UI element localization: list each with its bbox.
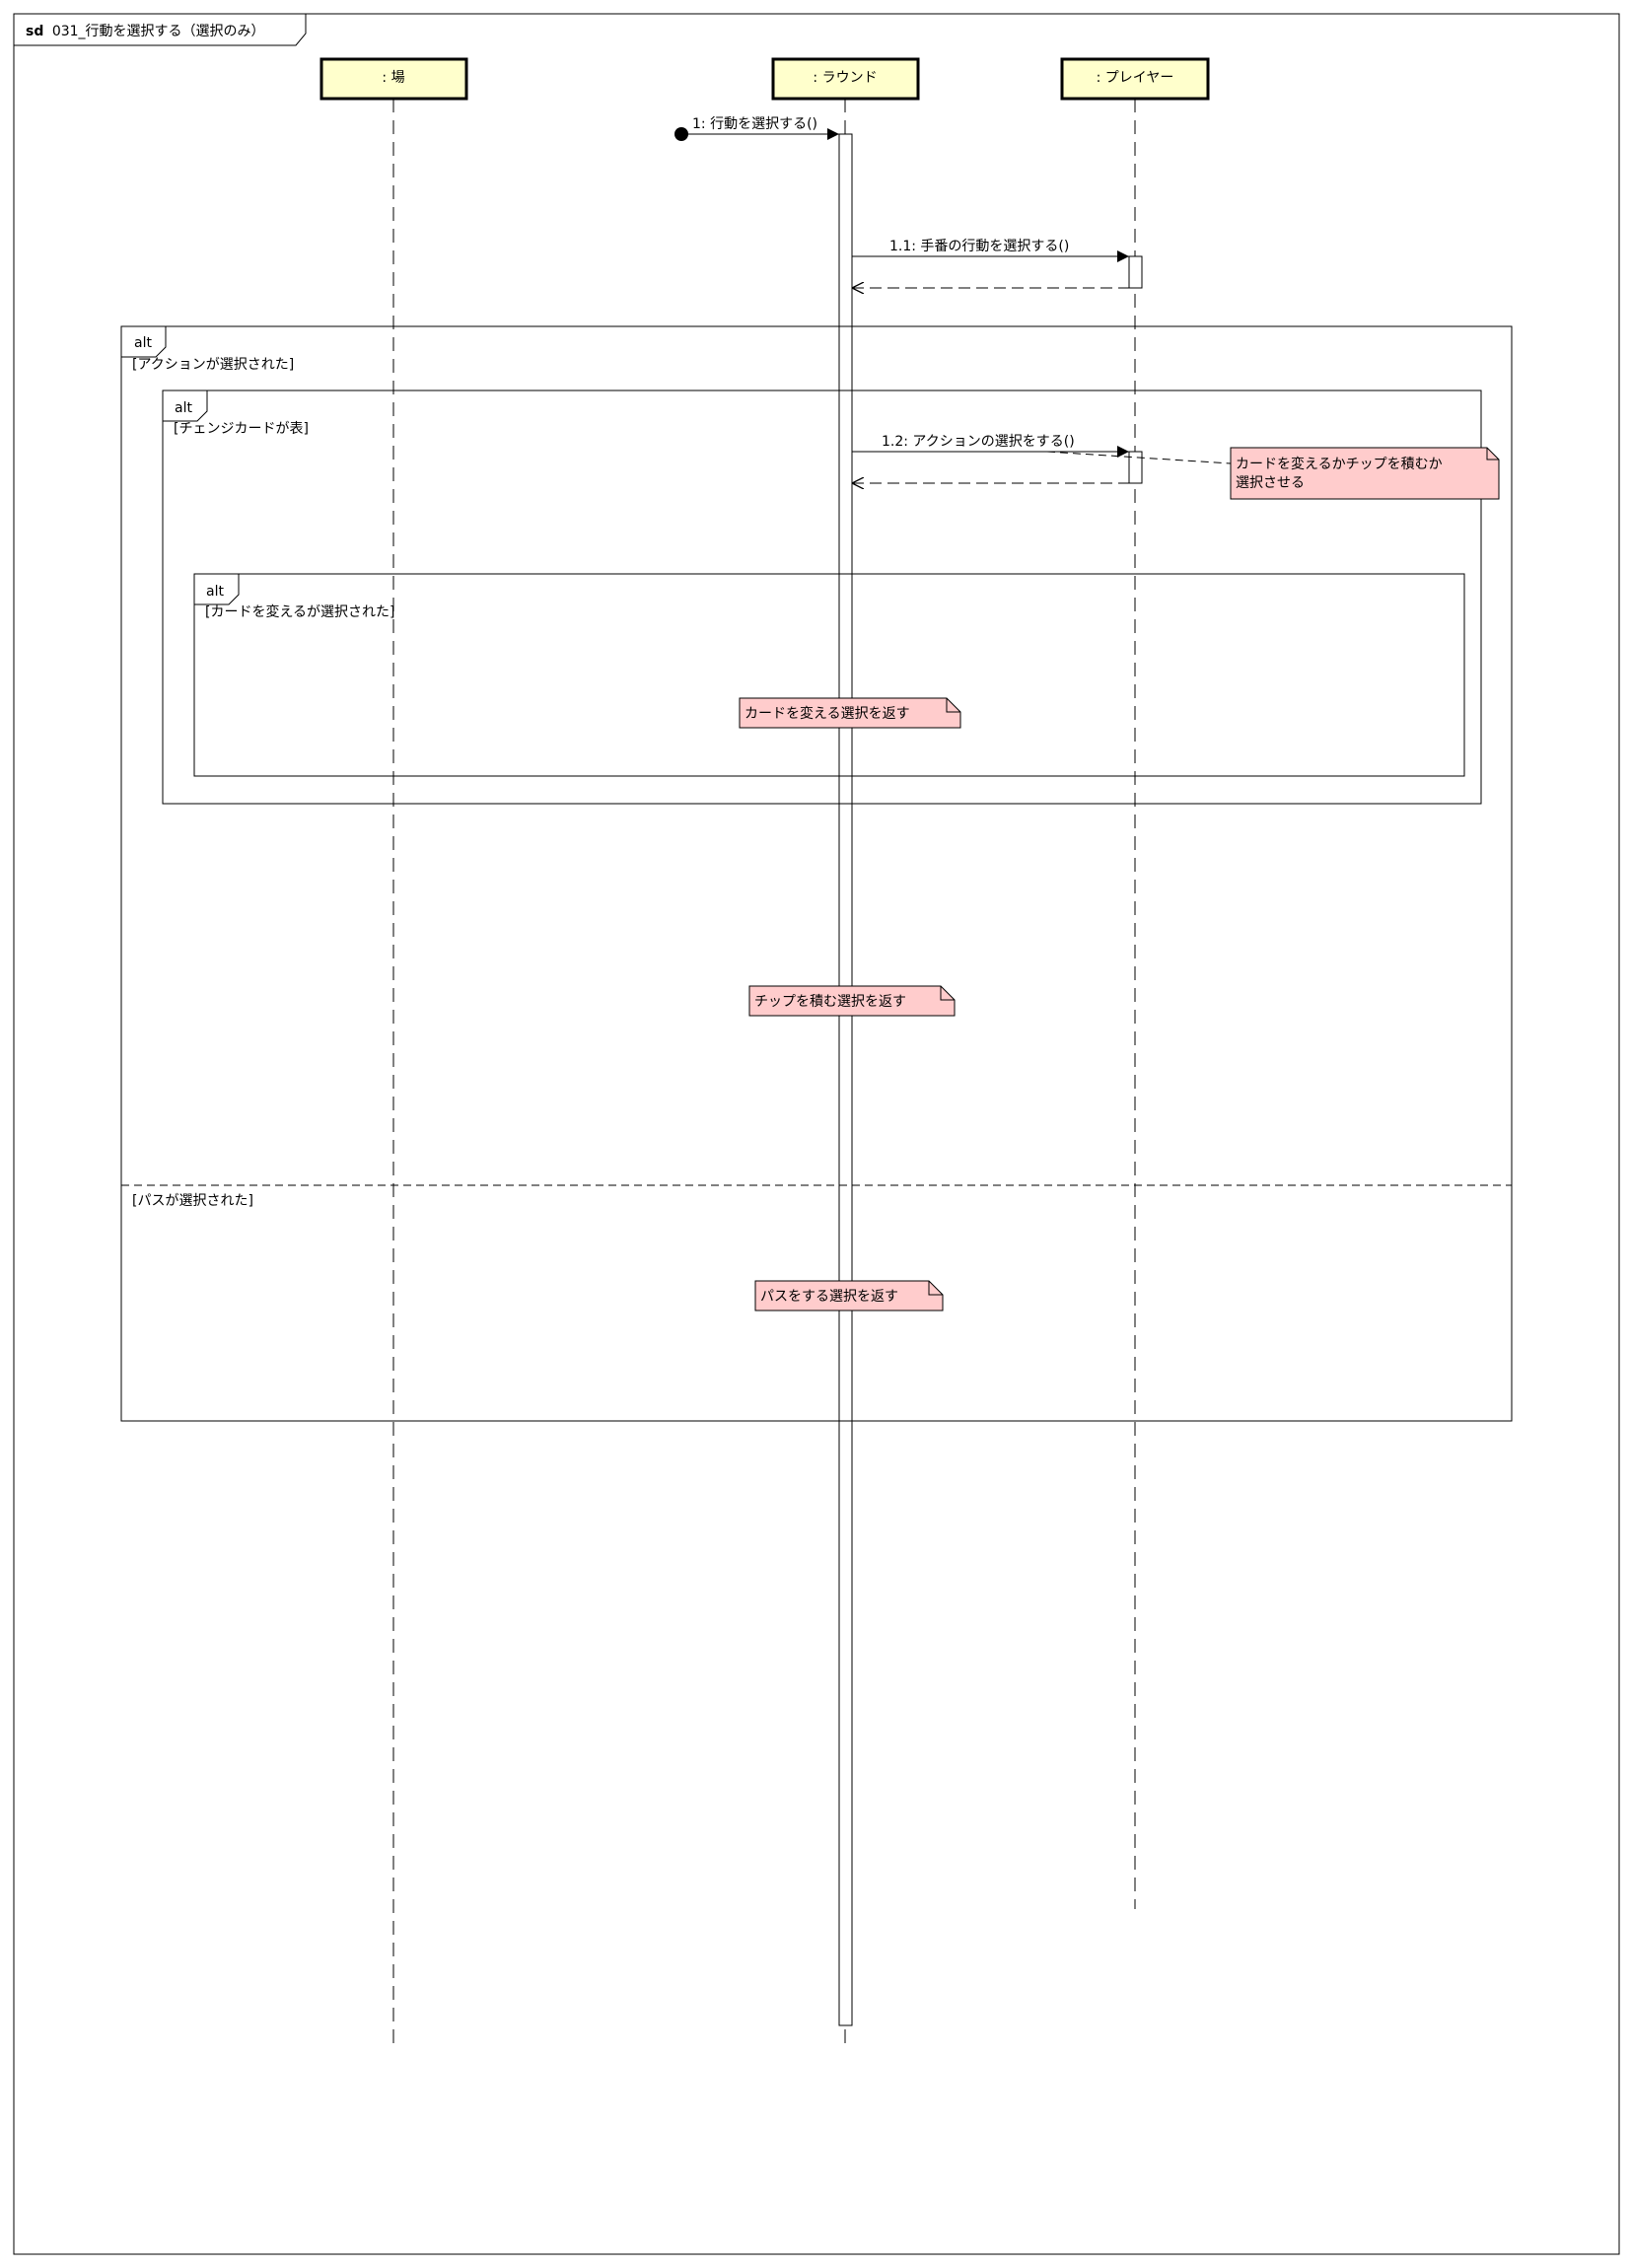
note-3-line-1: チップを積む選択を返す xyxy=(754,994,906,1010)
fragment-alt-inner-guard-1: [カードを変えるが選択された] xyxy=(205,603,395,620)
sequence-diagram-frame: sd 031_行動を選択する（選択のみ） xyxy=(13,13,1620,2255)
message-1-label: 1: 行動を選択する() xyxy=(692,116,817,132)
note-1-line-2: 選択させる xyxy=(1236,475,1305,491)
fragment-alt-inner: alt [カードを変えるが選択された] xyxy=(193,573,1465,777)
fragment-alt-middle-operator: alt xyxy=(175,400,192,416)
message-1-1: 1.1: 手番の行動を選択する() xyxy=(852,239,1129,262)
svg-text:sd 031_行動を選択する（選択のみ）: sd 031_行動を選択する（選択のみ） xyxy=(26,24,265,39)
lifeline-player: : プレイヤー xyxy=(1060,57,1210,1909)
message-1-2: 1.2: アクションの選択をする() xyxy=(852,434,1129,458)
frame-title: 031_行動を選択する（選択のみ） xyxy=(52,24,265,39)
note-2-line-1: カードを変える選択を返す xyxy=(745,705,910,722)
fragment-alt-inner-operator: alt xyxy=(206,584,224,600)
message-1-2-label: 1.2: アクションの選択をする() xyxy=(882,434,1075,450)
activation-player-1 xyxy=(1128,255,1143,289)
fragment-alt-outer-guard-1: [アクションが選択された] xyxy=(132,357,294,373)
fragment-alt-middle-guard-1: [チェンジカードが表] xyxy=(174,421,309,437)
note-4-line-1: パスをする選択を返す xyxy=(760,1289,898,1305)
lifeline-ba-label: : 場 xyxy=(382,70,404,86)
message-1-1-label: 1.1: 手番の行動を選択する() xyxy=(889,239,1069,254)
frame-keyword: sd xyxy=(26,24,43,39)
note-return-stack-chip: チップを積む選択を返す xyxy=(748,985,956,1017)
lifeline-player-label: : プレイヤー xyxy=(1097,70,1174,86)
note-1-line-1: カードを変えるかチップを積むか xyxy=(1236,456,1443,472)
activation-player-2 xyxy=(1128,451,1143,484)
lifeline-ba: : 場 xyxy=(319,57,468,2047)
activation-round xyxy=(838,133,853,2026)
note-return-pass: パスをする選択を返す xyxy=(754,1280,944,1311)
fragment-alt-outer-operator: alt xyxy=(134,335,152,351)
message-1: 1: 行動を選択する() xyxy=(674,116,839,141)
lifeline-round-label: : ラウンド xyxy=(813,70,877,86)
note-choose-card-or-chip: カードを変えるかチップを積むか 選択させる xyxy=(1046,447,1500,500)
fragment-alt-outer-guard-2: [パスが選択された] xyxy=(132,1193,253,1209)
note-return-change-card: カードを変える選択を返す xyxy=(739,697,961,729)
